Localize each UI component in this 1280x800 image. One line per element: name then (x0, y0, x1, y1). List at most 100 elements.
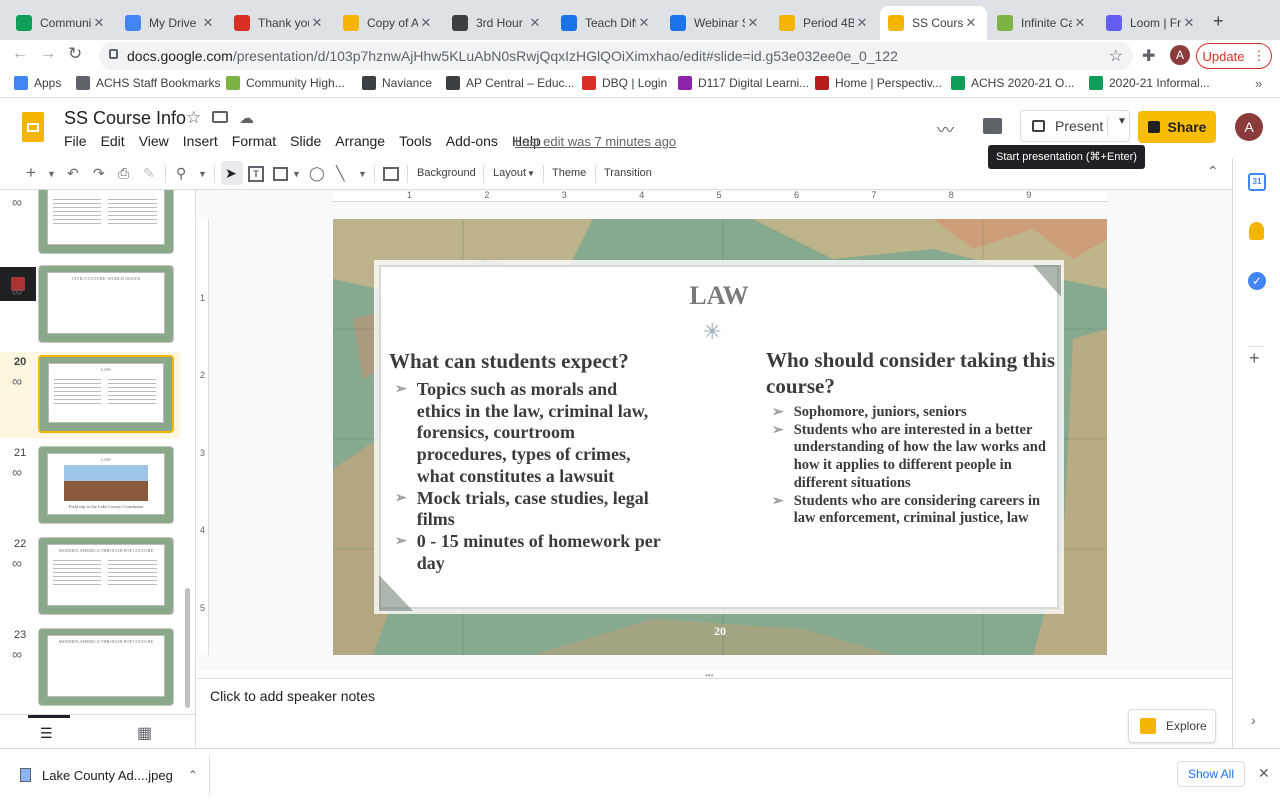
zoom-dropdown-icon[interactable]: ▼ (198, 169, 207, 179)
bookmark-star-icon[interactable]: ☆ (1109, 46, 1123, 66)
speaker-notes-placeholder[interactable]: Click to add speaker notes (210, 688, 375, 704)
filmstrip-scrollbar[interactable] (185, 588, 190, 708)
profile-avatar[interactable]: A (1170, 45, 1190, 65)
bookmarks-overflow-icon[interactable]: » (1255, 76, 1262, 91)
reload-icon[interactable]: ↻ (68, 44, 82, 64)
menu-insert[interactable]: Insert (183, 133, 218, 149)
slide-thumbnail[interactable]: LAW (38, 355, 174, 433)
add-comment-icon[interactable] (383, 167, 399, 181)
bookmark-item[interactable]: 2020-21 Informal... (1089, 76, 1210, 90)
menu-format[interactable]: Format (232, 133, 276, 149)
bookmark-item[interactable]: Community High... (226, 76, 345, 90)
cloud-saved-icon[interactable]: ☁ (239, 109, 254, 127)
calendar-icon[interactable]: 31 (1248, 173, 1266, 191)
browser-tab[interactable]: SS Course✕ (880, 6, 987, 40)
keep-icon[interactable] (1249, 222, 1264, 240)
layout-button[interactable]: Layout (493, 167, 526, 179)
extensions-icon[interactable]: ✚ (1142, 46, 1155, 66)
linked-slide-icon[interactable]: ∞ (12, 283, 22, 299)
shape-icon[interactable]: ◯ (309, 165, 325, 182)
layout-dropdown-icon[interactable]: ▼ (527, 169, 535, 178)
linked-slide-icon[interactable]: ∞ (12, 646, 22, 662)
close-tab-icon[interactable]: ✕ (527, 15, 543, 31)
collapse-toolbar-icon[interactable]: ⌃ (1207, 163, 1219, 180)
forward-icon[interactable]: → (40, 45, 56, 63)
menu-tools[interactable]: Tools (399, 133, 432, 149)
address-bar[interactable]: docs.google.com/presentation/d/103p7hznw… (99, 42, 1133, 70)
text-box-icon[interactable]: T (248, 166, 264, 182)
close-download-bar-icon[interactable]: ✕ (1258, 765, 1270, 782)
background-button[interactable]: Background (417, 167, 476, 179)
bookmark-item[interactable]: DBQ | Login (582, 76, 667, 90)
close-tab-icon[interactable]: ✕ (745, 15, 761, 31)
slide-thumbnail[interactable]: MODERN AMERICA THROUGH POP CULTURE (38, 628, 174, 706)
browser-tab[interactable]: Infinite Ca ✕ (989, 6, 1096, 40)
close-tab-icon[interactable]: ✕ (309, 15, 325, 31)
left-heading[interactable]: What can students expect? (389, 349, 629, 374)
share-button[interactable]: Share (1138, 111, 1216, 143)
present-dropdown-icon[interactable]: ▼ (1117, 116, 1127, 127)
current-slide[interactable]: LAW ✳ What can students expect? ➢ Topics … (333, 219, 1107, 655)
menu-edit[interactable]: Edit (101, 133, 125, 149)
bookmark-item[interactable]: ACHS 2020-21 O... (951, 76, 1074, 90)
zoom-icon[interactable]: ⚲ (176, 165, 186, 182)
last-edit-link[interactable]: Last edit was 7 minutes ago (515, 134, 676, 149)
new-slide-icon[interactable]: + (26, 163, 36, 183)
close-tab-icon[interactable]: ✕ (200, 15, 216, 31)
theme-button[interactable]: Theme (552, 167, 586, 179)
tasks-icon[interactable]: ✓ (1248, 272, 1266, 290)
close-tab-icon[interactable]: ✕ (636, 15, 652, 31)
transition-button[interactable]: Transition (604, 167, 652, 179)
show-all-downloads-button[interactable]: Show All (1177, 761, 1245, 787)
close-tab-icon[interactable]: ✕ (854, 15, 870, 31)
browser-tab[interactable]: Thank you ✕ (226, 6, 333, 40)
new-slide-dropdown-icon[interactable]: ▼ (47, 169, 56, 179)
bookmark-item[interactable]: Naviance (362, 76, 432, 90)
close-tab-icon[interactable]: ✕ (1072, 15, 1088, 31)
slide-thumbnail[interactable]: CIVIL/CULTURE: WORLD ISSUES (38, 265, 174, 343)
close-tab-icon[interactable]: ✕ (91, 15, 107, 31)
linked-slide-icon[interactable]: ∞ (12, 194, 22, 210)
left-bullet-list[interactable]: ➢ Topics such as morals and ethics in the… (395, 379, 665, 574)
browser-tab[interactable]: Period 4B ✕ (771, 6, 878, 40)
expand-panel-icon[interactable]: › (1251, 712, 1256, 728)
image-icon[interactable] (273, 167, 288, 181)
speaker-notes[interactable]: ••• Click to add speaker notes Explore (197, 671, 1232, 748)
close-tab-icon[interactable]: ✕ (1181, 15, 1197, 31)
notes-resize-handle[interactable]: ••• (705, 671, 713, 680)
list-view-icon[interactable]: ☰ (40, 725, 53, 742)
add-addon-icon[interactable]: + (1249, 348, 1260, 369)
browser-tab[interactable]: Loom | Fre✕ (1098, 6, 1205, 40)
image-dropdown-icon[interactable]: ▼ (292, 169, 301, 179)
line-icon[interactable]: ╲ (336, 165, 344, 182)
linked-slide-icon[interactable]: ∞ (12, 373, 22, 389)
browser-tab[interactable]: Webinar S ✕ (662, 6, 769, 40)
browser-tab[interactable]: Copy of A ✕ (335, 6, 442, 40)
slide-thumbnail[interactable] (38, 190, 174, 254)
new-tab-button[interactable]: + (1213, 11, 1224, 32)
back-icon[interactable]: ← (12, 45, 28, 63)
menu-addons[interactable]: Add-ons (446, 133, 498, 149)
browser-tab[interactable]: Teach Diff ✕ (553, 6, 660, 40)
slides-logo-icon[interactable] (22, 112, 44, 142)
browser-tab[interactable]: My Drive - ✕ (117, 6, 224, 40)
slide-thumbnail[interactable]: LAW Field trip to the Lake County Courtho… (38, 446, 174, 524)
account-avatar[interactable]: A (1235, 113, 1263, 141)
close-tab-icon[interactable]: ✕ (418, 15, 434, 31)
bookmark-item[interactable]: AP Central – Educ... (446, 76, 575, 90)
menu-slide[interactable]: Slide (290, 133, 321, 149)
browser-tab[interactable]: Communit ✕ (8, 6, 115, 40)
select-cursor-icon[interactable]: ➤ (225, 165, 237, 182)
redo-icon[interactable]: ↷ (93, 165, 105, 182)
undo-icon[interactable]: ↶ (67, 165, 79, 182)
linked-slide-icon[interactable]: ∞ (12, 555, 22, 571)
browser-tab[interactable]: 3rd Hour L✕ (444, 6, 551, 40)
bookmark-item[interactable]: Home | Perspectiv... (815, 76, 942, 90)
paint-format-icon[interactable]: ✎ (143, 165, 155, 182)
activity-dashboard-icon[interactable]: 〰 (937, 116, 954, 141)
close-tab-icon[interactable]: ✕ (963, 15, 979, 31)
right-bullet-list[interactable]: ➢ Sophomore, juniors, seniors ➢ Students wh… (772, 404, 1057, 528)
bookmark-item[interactable]: D117 Digital Learni... (678, 76, 809, 90)
line-dropdown-icon[interactable]: ▼ (358, 169, 367, 179)
menu-file[interactable]: File (64, 133, 87, 149)
